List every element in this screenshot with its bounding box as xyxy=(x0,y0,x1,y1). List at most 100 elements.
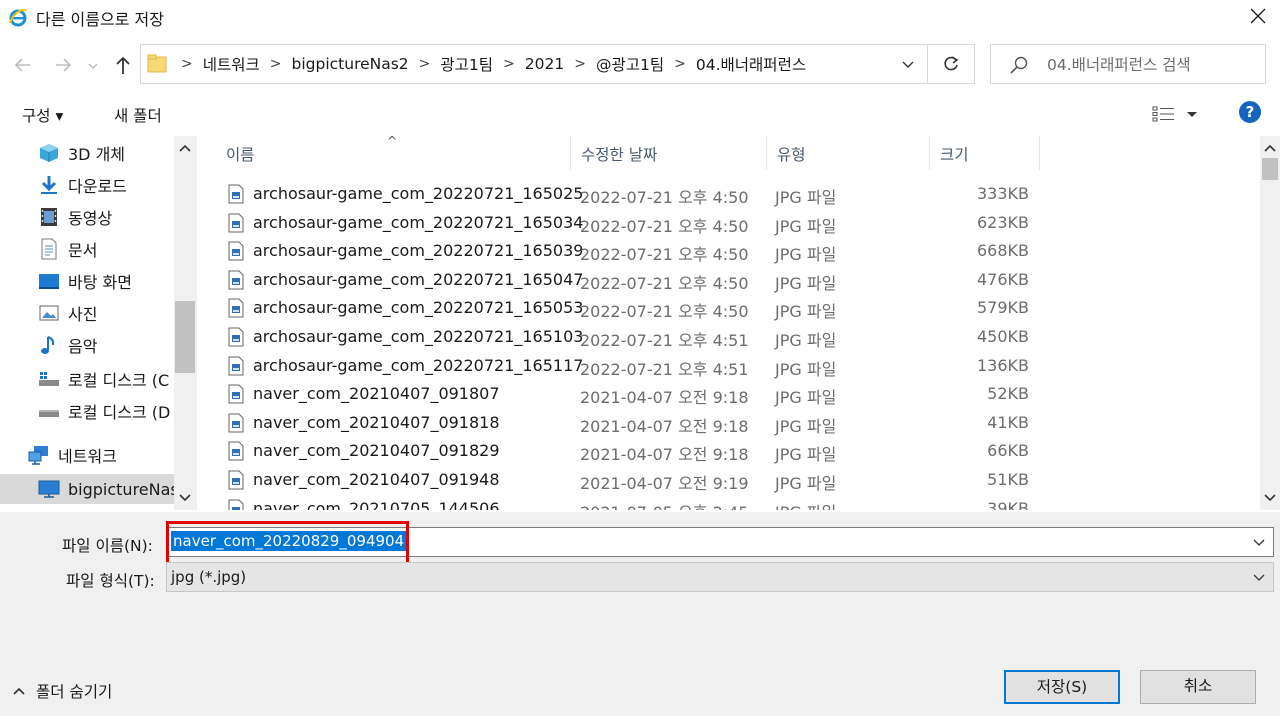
breadcrumb-item[interactable]: 04.배너래퍼런스 xyxy=(696,53,806,75)
file-type: JPG 파일 xyxy=(775,188,837,207)
search-icon xyxy=(1010,56,1028,74)
nav-item-label: 문서 xyxy=(68,241,98,260)
file-type: JPG 파일 xyxy=(775,359,837,379)
file-name: naver_com_20210407_091829 xyxy=(253,441,500,461)
file-date: 2022-07-21 오후 4:50 xyxy=(580,273,749,293)
file-row[interactable]: naver_com_20210407_091818 2021-04-07 오전 9… xyxy=(227,409,1227,437)
chevron-down-icon[interactable] xyxy=(1253,571,1265,583)
file-list-scrollbar[interactable] xyxy=(1260,136,1280,510)
file-row[interactable]: archosaur-game_com_20220721_165053 2022-0… xyxy=(227,294,1227,322)
up-arrow-icon[interactable] xyxy=(112,54,134,76)
view-options-icon[interactable] xyxy=(1152,104,1202,124)
image-file-icon xyxy=(228,241,244,261)
file-type: JPG 파일 xyxy=(775,216,837,236)
file-type: JPG 파일 xyxy=(775,273,837,293)
network-drive-icon xyxy=(38,480,60,498)
recent-locations-icon[interactable] xyxy=(86,54,100,76)
file-row[interactable]: archosaur-game_com_20220721_165103 2022-0… xyxy=(227,323,1227,351)
filename-field[interactable]: naver_com_20220829_094904 xyxy=(166,527,1274,557)
save-button[interactable]: 저장(S) xyxy=(1004,670,1120,704)
column-header-size[interactable]: 크기 xyxy=(930,136,1040,170)
cancel-button[interactable]: 취소 xyxy=(1140,670,1256,704)
breadcrumb-item[interactable]: 광고1팀 xyxy=(440,53,493,75)
search-input[interactable]: 04.배너래퍼런스 검색 xyxy=(990,44,1266,84)
file-size: 66KB xyxy=(987,441,1029,461)
chevron-right-icon[interactable]: > xyxy=(270,56,282,72)
file-size: 52KB xyxy=(987,384,1029,404)
new-folder-button[interactable]: 새 폴더 xyxy=(114,104,162,126)
hide-folders-label: 폴더 숨기기 xyxy=(36,683,113,701)
file-row[interactable]: archosaur-game_com_20220721_165117 2022-0… xyxy=(227,352,1227,380)
column-header-type[interactable]: 유형 xyxy=(767,136,930,170)
image-file-icon xyxy=(228,384,244,404)
file-row[interactable]: naver_com_20210407_091807 2021-04-07 오전 9… xyxy=(227,380,1227,408)
file-type: JPG 파일 xyxy=(775,302,837,322)
downloads-icon xyxy=(41,176,57,194)
file-row[interactable]: archosaur-game_com_20220721_165025 2022-0… xyxy=(227,180,1227,208)
file-row[interactable]: archosaur-game_com_20220721_165034 2022-0… xyxy=(227,209,1227,237)
file-type: JPG 파일 xyxy=(775,474,837,493)
file-name: archosaur-game_com_20220721_165039 xyxy=(253,241,584,261)
file-date: 2022-07-21 오후 4:50 xyxy=(580,188,749,207)
file-row[interactable]: archosaur-game_com_20220721_165039 2022-0… xyxy=(227,237,1227,265)
filetype-select[interactable]: jpg (*.jpg) xyxy=(166,562,1274,592)
file-size: 136KB xyxy=(976,355,1029,375)
chevron-down-icon[interactable] xyxy=(1253,536,1265,548)
file-size: 450KB xyxy=(976,327,1029,346)
file-type: JPG 파일 xyxy=(775,445,837,465)
svg-text:?: ? xyxy=(1246,103,1255,121)
column-header-name[interactable]: 이름 xyxy=(216,136,571,170)
file-date: 2022-07-21 오후 4:50 xyxy=(580,302,749,322)
breadcrumb: > 네트워크 > bigpictureNas2 > 광고1팀 > 2021 > … xyxy=(171,53,806,75)
chevron-down-icon[interactable] xyxy=(901,58,915,72)
file-size: 41KB xyxy=(987,412,1029,432)
scroll-up-icon[interactable] xyxy=(178,142,192,154)
file-name: archosaur-game_com_20220721_165025 xyxy=(253,184,584,203)
nav-item-label: 네트워크 xyxy=(58,447,117,466)
chevron-right-icon[interactable]: > xyxy=(503,56,515,72)
scrollbar-thumb[interactable] xyxy=(175,301,195,373)
image-file-icon xyxy=(228,356,244,376)
file-date: 2022-07-21 오후 4:50 xyxy=(580,216,749,236)
help-icon[interactable]: ? xyxy=(1238,100,1262,124)
breadcrumb-item[interactable]: bigpictureNas2 xyxy=(292,55,409,73)
back-arrow-icon[interactable] xyxy=(12,54,34,76)
chevron-right-icon[interactable]: > xyxy=(574,56,586,72)
file-row[interactable]: archosaur-game_com_20220721_165047 2022-0… xyxy=(227,266,1227,294)
scroll-down-icon[interactable] xyxy=(1263,492,1277,504)
scroll-down-icon[interactable] xyxy=(178,492,192,504)
chevron-right-icon[interactable]: > xyxy=(419,56,431,72)
nav-item-bigpicturenas2[interactable]: bigpictureNas2 xyxy=(0,474,176,504)
address-bar[interactable]: > 네트워크 > bigpictureNas2 > 광고1팀 > 2021 > … xyxy=(140,44,928,84)
file-name: naver_com_20210407_091948 xyxy=(253,470,500,489)
file-row[interactable]: naver_com_20210705_144506 2021-07-05 오후 2… xyxy=(227,495,1227,510)
file-row[interactable]: naver_com_20210407_091829 2021-04-07 오전 9… xyxy=(227,437,1227,465)
image-file-icon xyxy=(228,298,244,318)
column-header-date[interactable]: 수정한 날짜 xyxy=(571,136,767,170)
breadcrumb-item[interactable]: 2021 xyxy=(525,55,564,73)
chevron-right-icon[interactable]: > xyxy=(181,56,193,72)
file-row[interactable]: naver_com_20210407_091948 2021-04-07 오전 9… xyxy=(227,466,1227,494)
nav-item-label: 바탕 화면 xyxy=(68,273,132,292)
scrollbar-thumb[interactable] xyxy=(1262,158,1278,180)
nav-item-network[interactable]: 네트워크 xyxy=(28,440,197,470)
breadcrumb-item[interactable]: 네트워크 xyxy=(203,53,260,75)
pictures-icon xyxy=(39,305,59,321)
title-bar: 다른 이름으로 저장 xyxy=(0,0,1280,34)
refresh-button[interactable] xyxy=(928,44,975,84)
chevron-right-icon[interactable]: > xyxy=(674,56,686,72)
file-date: 2021-07-05 오후 2:45 xyxy=(580,499,749,510)
forward-arrow-icon[interactable] xyxy=(52,54,74,76)
filename-value[interactable]: naver_com_20220829_094904 xyxy=(171,531,407,551)
breadcrumb-item[interactable]: @광고1팀 xyxy=(596,53,664,75)
hide-folders-toggle[interactable]: 폴더 숨기기 xyxy=(12,680,112,702)
file-size: 579KB xyxy=(976,298,1029,318)
nav-item-label: 사진 xyxy=(68,305,98,324)
file-type: JPG 파일 xyxy=(775,331,837,350)
image-file-icon xyxy=(228,270,244,290)
navigation-pane: 3D 개체 다운로드 동영상 문서 바탕 화면 사진 음악 로컬 디스크 (C … xyxy=(0,136,197,510)
close-icon[interactable] xyxy=(1246,4,1270,28)
organize-button[interactable]: 구성 ▾ xyxy=(22,104,63,126)
scroll-up-icon[interactable] xyxy=(1263,142,1277,154)
navigation-scrollbar[interactable] xyxy=(174,136,197,510)
